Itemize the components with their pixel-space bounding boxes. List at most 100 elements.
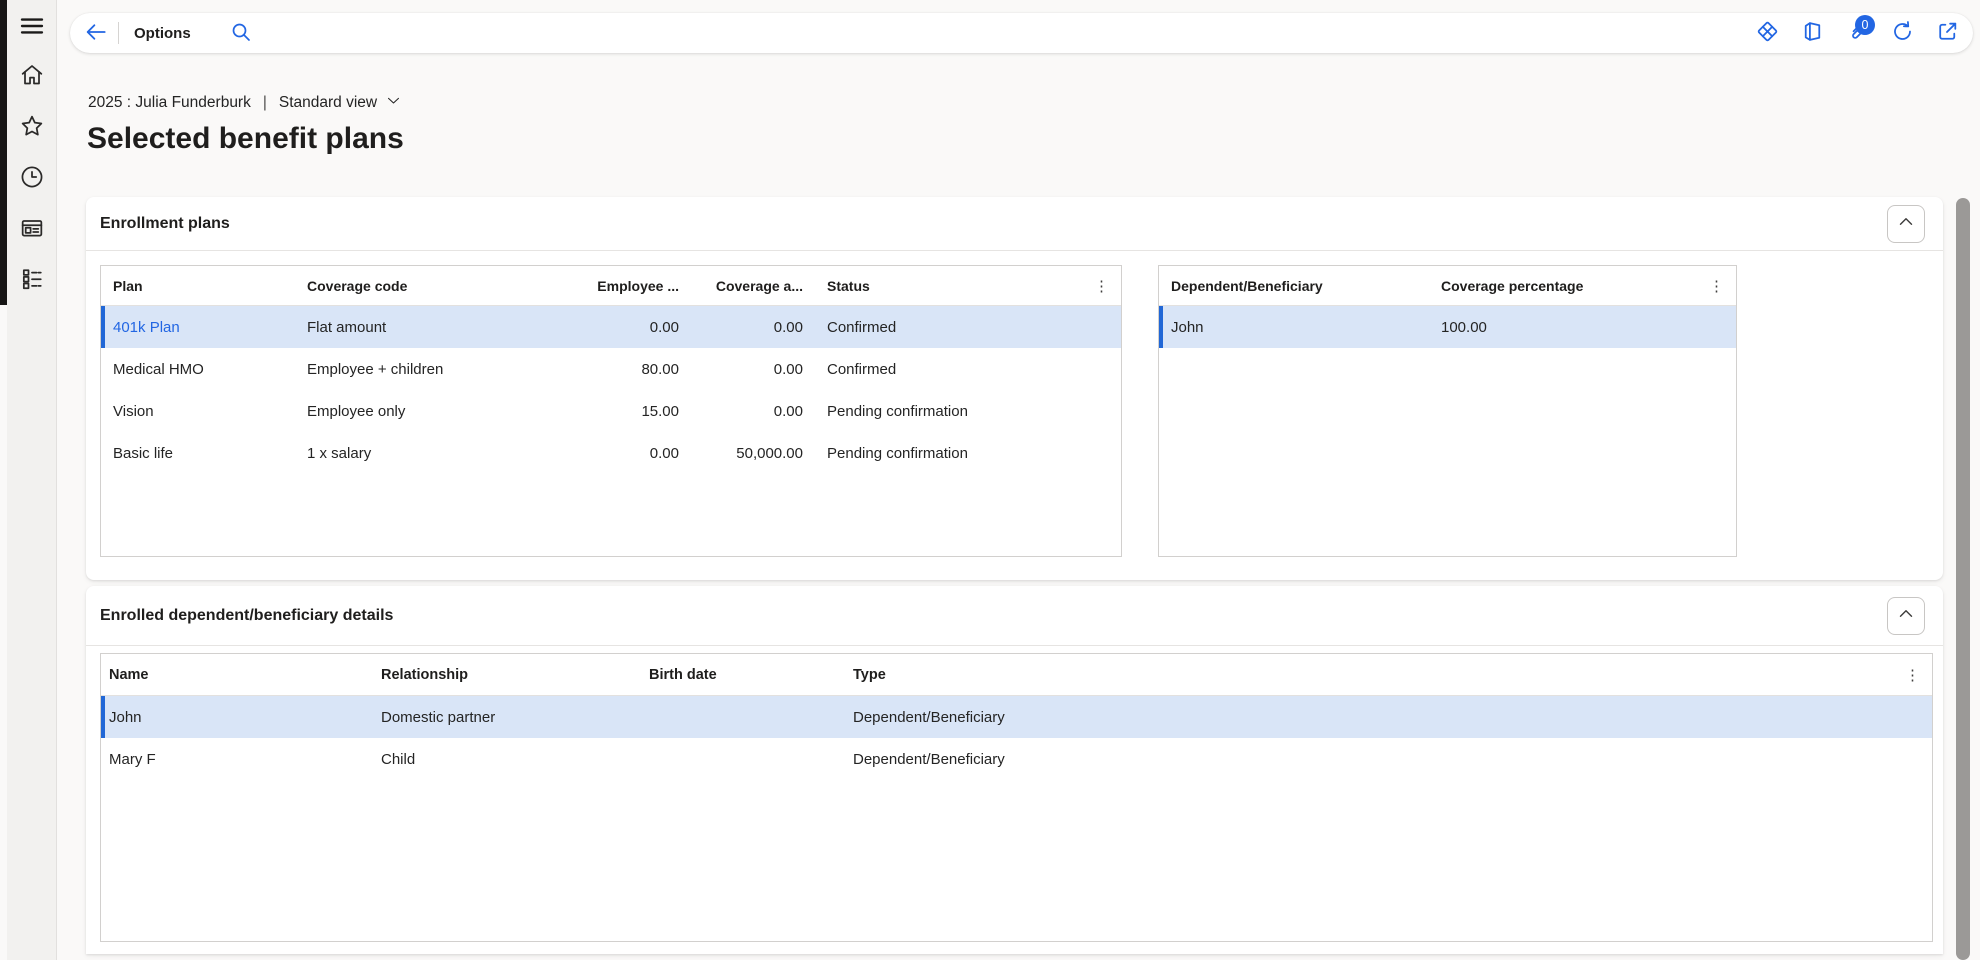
- enrollment-plans-card: Enrollment plans Plan Coverage code Empl…: [86, 197, 1943, 580]
- table-row[interactable]: John 100.00: [1159, 306, 1736, 348]
- plan-name[interactable]: Vision: [101, 403, 295, 420]
- plan-link[interactable]: 401k Plan: [101, 319, 295, 336]
- hamburger-icon: [18, 12, 46, 43]
- left-edge-strip: [0, 0, 7, 305]
- refresh-button[interactable]: [1882, 13, 1922, 53]
- open-in-new-window-button[interactable]: [1927, 13, 1967, 53]
- collapse-details-button[interactable]: [1887, 597, 1925, 635]
- office-apps-button[interactable]: [1792, 13, 1832, 53]
- clock-icon: [18, 163, 46, 194]
- table-row[interactable]: John Domestic partner Dependent/Benefici…: [101, 696, 1932, 738]
- plan-name[interactable]: Medical HMO: [101, 361, 295, 378]
- details-grid-header: Name Relationship Birth date Type ⋮: [101, 654, 1932, 696]
- sidebar-item-workspaces[interactable]: [15, 212, 49, 246]
- cell-employee: 0.00: [551, 445, 691, 462]
- dependents-grid-header: Dependent/Beneficiary Coverage percentag…: [1159, 266, 1736, 306]
- toolbar-divider: [118, 22, 119, 44]
- toolbar-right-icons: 0: [1747, 13, 1967, 53]
- cell-employee: 80.00: [551, 361, 691, 378]
- view-selector[interactable]: Standard view: [279, 92, 402, 114]
- diamond-grid-icon: [1755, 19, 1780, 47]
- cell-coverage-amount: 0.00: [691, 403, 815, 420]
- table-row[interactable]: Medical HMO Employee + children 80.00 0.…: [101, 348, 1121, 390]
- column-header-relationship[interactable]: Relationship: [373, 667, 641, 683]
- dependents-grid-more-options-button[interactable]: ⋮: [1703, 275, 1730, 297]
- office-icon: [1800, 19, 1825, 47]
- star-icon: [18, 112, 46, 143]
- column-header-coverage-percentage[interactable]: Coverage percentage: [1429, 278, 1736, 294]
- column-header-type[interactable]: Type: [845, 667, 1932, 683]
- open-in-new-icon: [1935, 19, 1960, 47]
- sidebar-item-modules[interactable]: [15, 263, 49, 297]
- workspace-icon: [18, 214, 46, 245]
- refresh-icon: [1890, 19, 1915, 47]
- chevron-up-icon: [1895, 211, 1917, 236]
- dependent-details-header: Enrolled dependent/beneficiary details: [86, 586, 1943, 646]
- cell-status: Confirmed: [815, 361, 1121, 378]
- column-header-plan[interactable]: Plan: [101, 278, 295, 294]
- dependent-details-title: Enrolled dependent/beneficiary details: [100, 607, 393, 625]
- cell-coverage-code: Employee + children: [295, 361, 551, 378]
- cell-coverage-percentage: 100.00: [1429, 319, 1736, 336]
- plans-grid: Plan Coverage code Employee ... Coverage…: [100, 265, 1122, 557]
- dependents-grid: Dependent/Beneficiary Coverage percentag…: [1158, 265, 1737, 557]
- collapse-enrollment-button[interactable]: [1887, 205, 1925, 243]
- cell-status: Pending confirmation: [815, 403, 1121, 420]
- details-grid: Name Relationship Birth date Type ⋮ John…: [100, 653, 1933, 942]
- sidebar-item-home[interactable]: [15, 59, 49, 93]
- column-header-employee[interactable]: Employee ...: [551, 278, 691, 294]
- plans-grid-header: Plan Coverage code Employee ... Coverage…: [101, 266, 1121, 306]
- sidebar-nav: [7, 0, 57, 960]
- breadcrumb-divider: |: [263, 94, 267, 112]
- column-header-status[interactable]: Status: [815, 278, 1121, 294]
- table-row[interactable]: 401k Plan Flat amount 0.00 0.00 Confirme…: [101, 306, 1121, 348]
- column-header-coverage-code[interactable]: Coverage code: [295, 278, 551, 294]
- cell-type: Dependent/Beneficiary: [845, 751, 1932, 768]
- vertical-scrollbar-thumb[interactable]: [1956, 198, 1970, 960]
- cell-type: Dependent/Beneficiary: [845, 709, 1932, 726]
- cell-name: Mary F: [101, 751, 373, 768]
- cell-coverage-amount: 50,000.00: [691, 445, 815, 462]
- page-title: Selected benefit plans: [87, 122, 404, 156]
- back-button[interactable]: [76, 13, 116, 53]
- cell-employee: 15.00: [551, 403, 691, 420]
- breadcrumb: 2025 : Julia Funderburk | Standard view: [88, 92, 402, 114]
- chevron-up-icon: [1895, 603, 1917, 628]
- details-grid-more-options-button[interactable]: ⋮: [1899, 664, 1926, 686]
- attachments-count-badge: 0: [1855, 15, 1875, 35]
- plan-name[interactable]: Basic life: [101, 445, 295, 462]
- cell-name: John: [101, 709, 373, 726]
- sidebar-item-recent[interactable]: [15, 161, 49, 195]
- cell-status: Pending confirmation: [815, 445, 1121, 462]
- chevron-down-icon: [385, 92, 402, 114]
- view-selector-label: Standard view: [279, 94, 377, 112]
- column-header-coverage-amount[interactable]: Coverage a...: [691, 278, 815, 294]
- power-apps-button[interactable]: [1747, 13, 1787, 53]
- breadcrumb-record: 2025 : Julia Funderburk: [88, 94, 251, 112]
- table-row[interactable]: Mary F Child Dependent/Beneficiary: [101, 738, 1932, 780]
- enrollment-plans-header: Enrollment plans: [86, 197, 1943, 251]
- column-header-dependent[interactable]: Dependent/Beneficiary: [1159, 278, 1429, 294]
- plans-grid-more-options-button[interactable]: ⋮: [1088, 275, 1115, 297]
- home-icon: [18, 61, 46, 92]
- cell-coverage-amount: 0.00: [691, 319, 815, 336]
- hamburger-menu-button[interactable]: [15, 10, 49, 44]
- sidebar-item-favorites[interactable]: [15, 110, 49, 144]
- column-header-name[interactable]: Name: [101, 667, 373, 683]
- search-button[interactable]: [221, 13, 261, 53]
- enrollment-plans-title: Enrollment plans: [100, 215, 230, 233]
- table-row[interactable]: Basic life 1 x salary 0.00 50,000.00 Pen…: [101, 432, 1121, 474]
- table-row[interactable]: Vision Employee only 15.00 0.00 Pending …: [101, 390, 1121, 432]
- cell-coverage-code: Flat amount: [295, 319, 551, 336]
- top-toolbar: Options: [70, 13, 1973, 53]
- cell-coverage-amount: 0.00: [691, 361, 815, 378]
- dependent-details-card: Enrolled dependent/beneficiary details N…: [86, 586, 1943, 954]
- search-icon: [229, 20, 253, 47]
- cell-coverage-code: Employee only: [295, 403, 551, 420]
- task-list-icon: [18, 265, 46, 296]
- cell-coverage-code: 1 x salary: [295, 445, 551, 462]
- attachments-button[interactable]: 0: [1837, 13, 1877, 53]
- options-menu-label[interactable]: Options: [134, 25, 191, 42]
- cell-dependent: John: [1159, 319, 1429, 336]
- column-header-birth-date[interactable]: Birth date: [641, 667, 845, 683]
